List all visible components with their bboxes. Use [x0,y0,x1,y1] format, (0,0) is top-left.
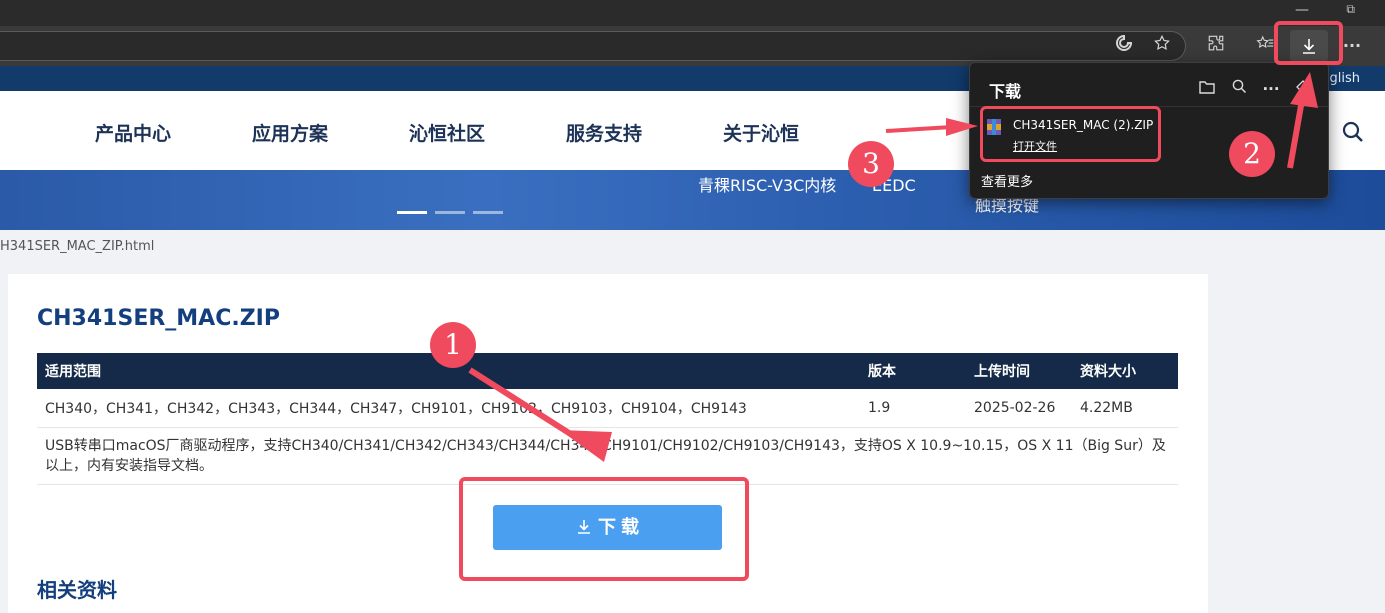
restore-button[interactable]: ⧉ [1346,2,1355,17]
extensions-icon[interactable] [1204,34,1228,58]
cell-scope: CH340，CH341，CH342，CH343，CH344，CH347，CH91… [37,389,860,428]
table-row: CH340，CH341，CH342，CH343，CH344，CH347，CH91… [37,389,1178,428]
annotation-badge-3: 3 [848,141,894,187]
nav-community[interactable]: 沁恒社区 [409,119,485,146]
cell-version: 1.9 [860,389,966,428]
page-title: CH341SER_MAC.ZIP [37,306,280,331]
carousel-dot-1[interactable] [397,211,427,214]
annotation-box-download-button [459,477,749,581]
pin-icon[interactable] [1293,79,1313,99]
file-info-table: 适用范围 版本 上传时间 资料大小 CH340，CH341，CH342，CH34… [37,353,1178,485]
cell-size: 4.22MB [1072,389,1178,428]
header-upload-time: 上传时间 [966,353,1072,389]
banner-text-riscv: 青稞RISC-V3C内核 [698,176,837,195]
browser-toolbar: ··· [0,26,1385,66]
minimize-button[interactable]: — [1295,2,1309,18]
view-more-link[interactable]: 查看更多 [981,171,1033,190]
table-header-row: 适用范围 版本 上传时间 资料大小 [37,353,1178,389]
table-row-description: USB转串口macOS厂商驱动程序，支持CH340/CH341/CH342/CH… [37,427,1178,485]
cell-description: USB转串口macOS厂商驱动程序，支持CH340/CH341/CH342/CH… [37,427,1178,485]
annotation-badge-1: 1 [430,322,476,368]
search-downloads-icon[interactable] [1229,79,1249,99]
nav-solutions[interactable]: 应用方案 [252,119,328,146]
related-docs-title: 相关资料 [37,578,117,602]
annotation-box-downloads-button [1274,21,1343,65]
address-bar[interactable] [0,31,1186,61]
search-icon[interactable] [1342,121,1364,143]
more-options-icon[interactable]: ··· [1340,34,1364,58]
header-version: 版本 [860,353,966,389]
browser-title-bar: — ⧉ [0,0,1385,26]
nav-products[interactable]: 产品中心 [95,119,171,146]
folder-icon[interactable] [1197,79,1217,99]
panel-more-icon[interactable]: ··· [1261,79,1281,99]
cell-upload-time: 2025-02-26 [966,389,1072,428]
annotation-badge-2: 2 [1229,131,1275,177]
carousel-dot-3[interactable] [473,211,503,214]
downloads-panel-title: 下载 [989,82,1022,101]
annotation-box-download-item [980,106,1161,162]
carousel-dot-2[interactable] [435,211,465,214]
edge-read-icon[interactable] [1112,34,1136,58]
header-size: 资料大小 [1072,353,1178,389]
favorite-star-icon[interactable] [1150,34,1174,58]
page-url-crumb: H341SER_MAC_ZIP.html [0,239,155,254]
nav-about[interactable]: 关于沁恒 [723,119,799,146]
nav-support[interactable]: 服务支持 [566,119,642,146]
